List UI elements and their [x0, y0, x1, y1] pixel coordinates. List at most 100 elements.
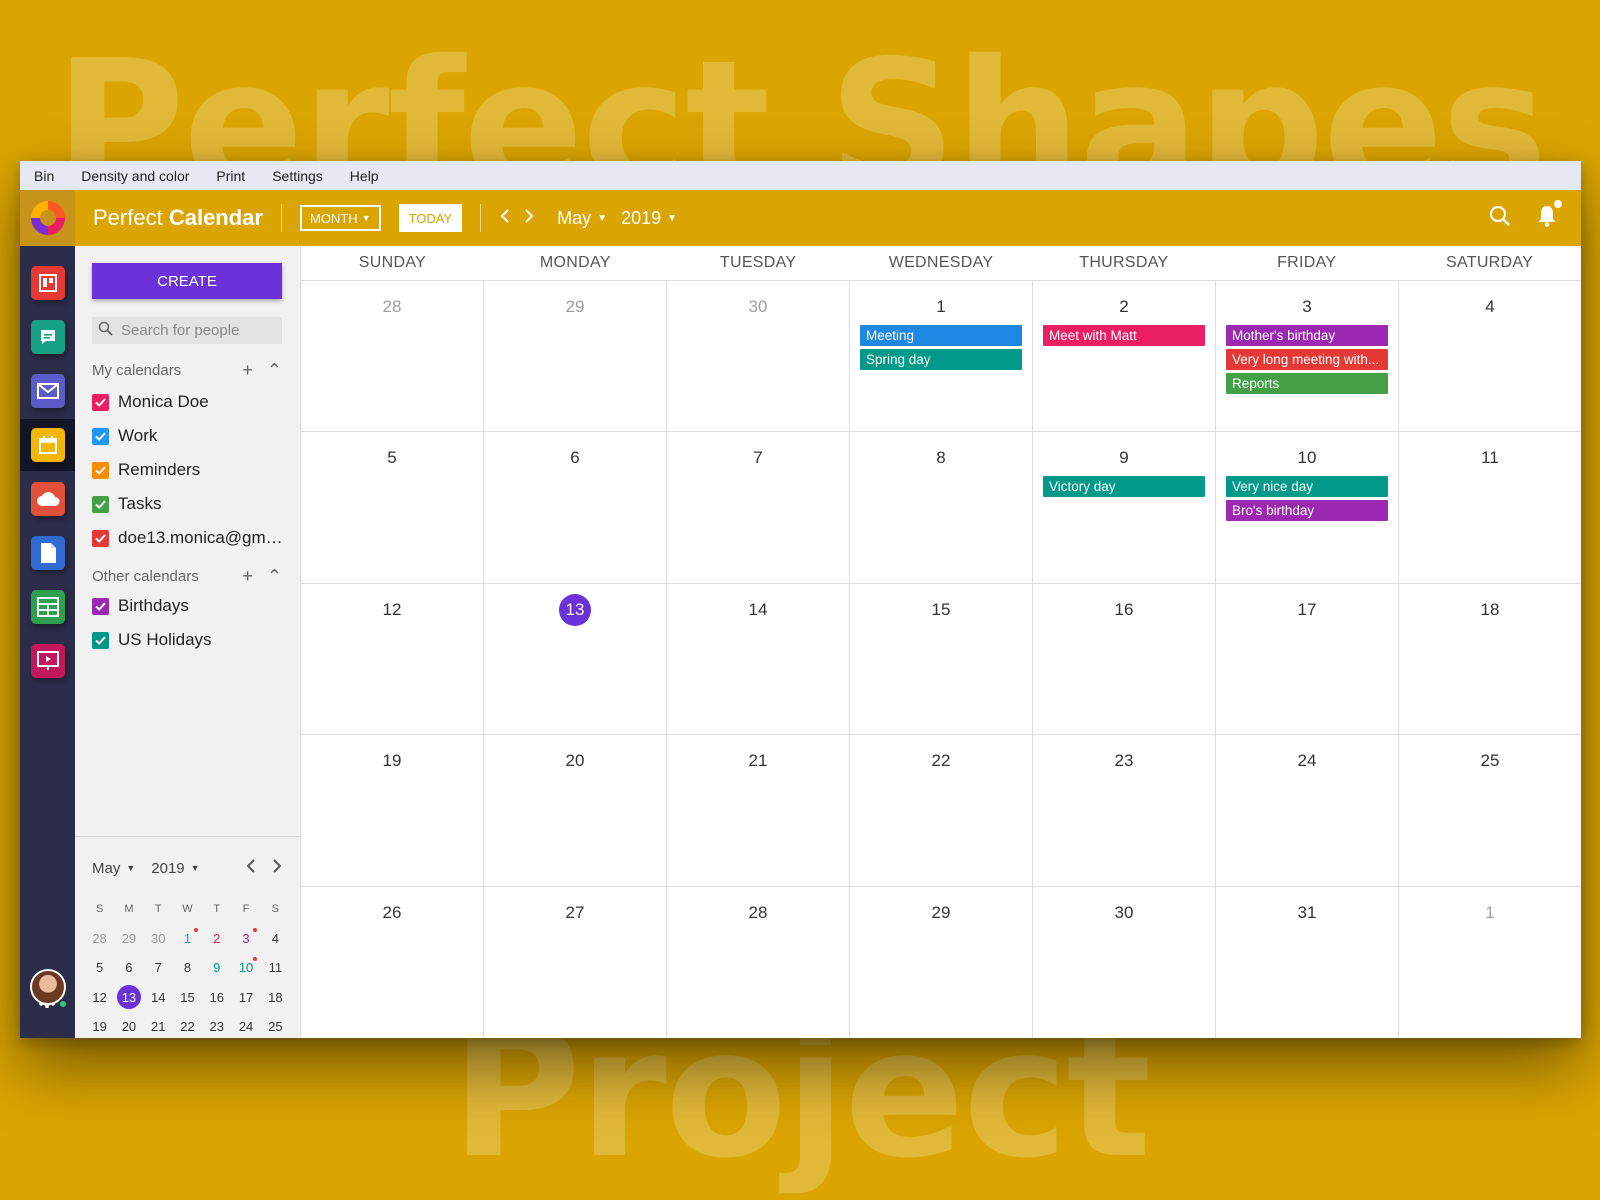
mini-day[interactable]: 7: [144, 960, 173, 975]
day-cell[interactable]: 3 Mother's birthday Very long meeting with…: [1216, 281, 1399, 432]
day-cell[interactable]: 20: [484, 735, 667, 886]
mini-day[interactable]: 4: [261, 931, 290, 946]
mini-month-select[interactable]: May ▼: [92, 860, 135, 877]
mini-day[interactable]: 18: [261, 990, 290, 1005]
day-cell[interactable]: 1: [1399, 887, 1581, 1038]
my-calendar-item[interactable]: Reminders: [92, 460, 292, 480]
menu-bin[interactable]: Bin: [34, 168, 54, 184]
mini-day[interactable]: 14: [144, 990, 173, 1005]
day-cell[interactable]: 2 Meet with Matt: [1033, 281, 1216, 432]
checkbox-checked-icon[interactable]: [92, 597, 109, 615]
day-cell[interactable]: 4: [1399, 281, 1581, 431]
event-chip[interactable]: Spring day: [860, 349, 1022, 370]
rail-item-spreadsheet[interactable]: [20, 581, 75, 633]
mini-day[interactable]: 24: [231, 1019, 260, 1034]
checkbox-checked-icon[interactable]: [92, 495, 109, 513]
rail-item-presentation[interactable]: [20, 635, 75, 687]
year-select[interactable]: 2019 ▼: [621, 208, 677, 229]
day-cell[interactable]: 11: [1399, 432, 1581, 582]
create-button[interactable]: CREATE: [92, 263, 282, 299]
day-cell[interactable]: 28: [301, 281, 484, 432]
event-chip[interactable]: Reports: [1226, 373, 1388, 394]
day-cell[interactable]: 14: [667, 583, 850, 735]
event-chip[interactable]: Very long meeting with...: [1226, 349, 1388, 370]
day-cell[interactable]: 25: [1399, 735, 1581, 885]
checkbox-checked-icon[interactable]: [92, 393, 109, 411]
search-people-input[interactable]: [121, 322, 271, 339]
menu-density-and-color[interactable]: Density and color: [81, 168, 189, 184]
menu-help[interactable]: Help: [350, 168, 379, 184]
mini-year-select[interactable]: 2019 ▼: [151, 860, 199, 877]
other-calendar-item[interactable]: Birthdays: [92, 596, 292, 616]
day-cell[interactable]: 18: [1399, 584, 1581, 734]
chevron-left-icon[interactable]: [246, 858, 256, 878]
event-chip[interactable]: Bro's birthday: [1226, 500, 1388, 522]
rail-item-board[interactable]: [20, 257, 75, 309]
rail-item-cloud[interactable]: [20, 473, 75, 525]
mini-day[interactable]: 12: [85, 990, 114, 1005]
mini-day[interactable]: 23: [202, 1019, 231, 1034]
mini-day[interactable]: 6: [114, 960, 143, 975]
day-cell[interactable]: 16: [1033, 583, 1216, 735]
chevron-left-icon[interactable]: [499, 207, 511, 230]
mini-day[interactable]: 9: [202, 960, 231, 975]
mini-day[interactable]: 20: [114, 1019, 143, 1034]
chevron-right-icon[interactable]: [523, 207, 535, 230]
day-cell[interactable]: 21: [667, 735, 850, 886]
mini-day[interactable]: 16: [202, 990, 231, 1005]
day-cell[interactable]: 13: [484, 583, 667, 735]
search-icon[interactable]: [1489, 205, 1511, 232]
plus-icon[interactable]: +: [242, 360, 253, 381]
notifications-bell-icon[interactable]: [1537, 200, 1562, 232]
today-button[interactable]: TODAY: [398, 204, 463, 232]
plus-icon[interactable]: +: [242, 566, 253, 587]
mini-day[interactable]: 3: [231, 927, 260, 946]
day-cell[interactable]: 26: [301, 886, 484, 1038]
rail-item-mail[interactable]: [20, 365, 75, 417]
menu-settings[interactable]: Settings: [272, 168, 323, 184]
event-chip[interactable]: Meeting: [860, 325, 1022, 346]
day-cell[interactable]: 24: [1216, 735, 1399, 886]
day-cell[interactable]: 23: [1033, 735, 1216, 886]
checkbox-checked-icon[interactable]: [92, 631, 109, 649]
day-cell[interactable]: 17: [1216, 583, 1399, 735]
checkbox-checked-icon[interactable]: [92, 529, 109, 547]
day-cell[interactable]: 15: [850, 583, 1033, 735]
day-cell[interactable]: 1 Meeting Spring day: [850, 281, 1033, 432]
mini-day[interactable]: 17: [231, 990, 260, 1005]
day-cell[interactable]: 10 Very nice day Bro's birthday: [1216, 432, 1399, 583]
month-select[interactable]: May ▼: [557, 208, 607, 229]
mini-day[interactable]: 21: [144, 1019, 173, 1034]
day-cell[interactable]: 27: [484, 886, 667, 1038]
mini-day[interactable]: 15: [173, 990, 202, 1005]
day-cell[interactable]: 30: [1033, 886, 1216, 1038]
event-chip[interactable]: Mother's birthday: [1226, 325, 1388, 346]
view-select-button[interactable]: MONTH ▼: [299, 205, 381, 231]
mini-day[interactable]: 22: [173, 1019, 202, 1034]
mini-day[interactable]: 19: [85, 1019, 114, 1034]
mini-day[interactable]: 5: [85, 960, 114, 975]
mini-day[interactable]: 8: [173, 960, 202, 975]
chevron-up-icon[interactable]: ⌃: [267, 566, 282, 587]
day-cell[interactable]: 22: [850, 735, 1033, 886]
mini-day[interactable]: 28: [85, 931, 114, 946]
day-cell[interactable]: 28: [667, 886, 850, 1038]
day-cell[interactable]: 7: [667, 432, 850, 583]
mini-day[interactable]: 13: [114, 985, 143, 1010]
day-cell[interactable]: 30: [667, 281, 850, 432]
day-cell[interactable]: 6: [484, 432, 667, 583]
mini-day[interactable]: 11: [261, 960, 290, 975]
my-calendar-item[interactable]: Work: [92, 426, 292, 446]
app-logo[interactable]: [20, 190, 75, 246]
other-calendar-item[interactable]: US Holidays: [92, 630, 292, 650]
my-calendar-item[interactable]: doe13.monica@gm…: [92, 528, 292, 548]
chevron-right-icon[interactable]: [272, 858, 282, 878]
day-cell[interactable]: 29: [850, 886, 1033, 1038]
rail-item-chat[interactable]: [20, 311, 75, 363]
chevron-up-icon[interactable]: ⌃: [267, 360, 282, 381]
event-chip[interactable]: Victory day: [1043, 476, 1205, 498]
checkbox-checked-icon[interactable]: [92, 461, 109, 479]
event-chip[interactable]: Very nice day: [1226, 476, 1388, 498]
day-cell[interactable]: 5: [301, 432, 484, 583]
day-cell[interactable]: 19: [301, 735, 484, 886]
